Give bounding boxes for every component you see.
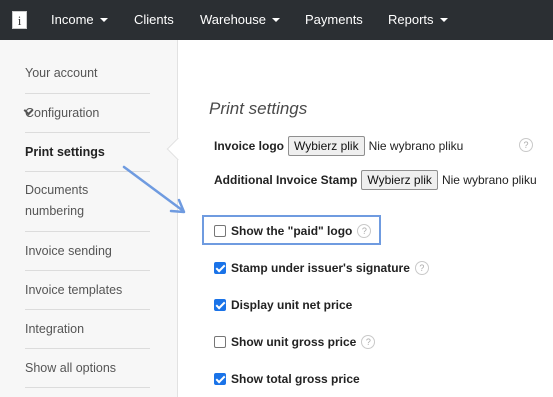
top-navbar: i Income Clients Warehouse Payments Repo… [0,0,553,40]
invoice-logo-file-status: Nie wybrano pliku [368,139,464,153]
nav-income-label: Income [51,12,94,27]
nav-warehouse[interactable]: Warehouse [200,0,280,40]
sidebar-item-label: Print settings [25,145,105,159]
paid-logo-label: Show the "paid" logo [231,224,353,238]
sidebar-item-invoice-templates[interactable]: Invoice templates [25,271,150,310]
unit-net-price-checkbox[interactable] [214,299,226,311]
caret-down-icon [99,17,108,22]
nav-payments[interactable]: Payments [305,0,363,40]
total-gross-price-label: Show total gross price [231,372,360,386]
sidebar-item-label-line2: numbering [25,204,85,218]
nav-reports[interactable]: Reports [388,0,448,40]
unit-gross-price-checkbox[interactable] [214,336,226,348]
additional-stamp-file-button[interactable]: Wybierz plik [361,170,438,190]
settings-sidebar: Your account Configuration Print setting… [0,40,178,397]
option-show-total-gross-price[interactable]: Show total gross price [214,370,360,388]
caret-down-icon [439,17,448,22]
stamp-signature-checkbox[interactable] [214,262,226,274]
help-icon[interactable]: ? [361,335,376,349]
sidebar-item-label: Show all options [25,361,117,375]
sidebar-item-label: Invoice sending [25,244,112,258]
sidebar-item-your-account[interactable]: Your account [25,54,150,94]
app-logo[interactable]: i [12,11,27,29]
sidebar-item-print-settings[interactable]: Print settings [25,133,150,172]
stamp-signature-label: Stamp under issuer's signature [231,261,410,275]
nav-clients-label: Clients [134,12,174,27]
sidebar-item-invoice-sending[interactable]: Invoice sending [25,232,150,271]
nav-reports-label: Reports [388,12,434,27]
page-title: Print settings [209,99,308,118]
paid-logo-checkbox[interactable] [214,225,226,237]
help-icon[interactable]: ? [357,224,372,238]
sidebar-item-label: Integration [25,322,85,336]
option-display-unit-net-price[interactable]: Display unit net price [214,296,352,314]
additional-stamp-row: Additional Invoice Stamp Wybierz plik Ni… [214,170,537,190]
help-icon[interactable]: ? [519,138,533,152]
option-stamp-under-signature[interactable]: Stamp under issuer's signature ? [214,259,429,277]
additional-stamp-label: Additional Invoice Stamp [214,173,358,187]
invoice-logo-row: Invoice logo Wybierz plik Nie wybrano pl… [214,136,464,156]
help-icon[interactable]: ? [414,261,429,275]
sidebar-item-integration[interactable]: Integration [25,310,150,349]
sidebar-item-label: Your account [25,66,98,80]
unit-gross-price-label: Show unit gross price [231,335,357,349]
sidebar-item-label: Configuration [25,106,100,120]
total-gross-price-checkbox[interactable] [214,373,226,385]
invoice-logo-label: Invoice logo [214,139,285,153]
sidebar-item-documents-numbering[interactable]: Documents numbering [25,172,150,232]
unit-net-price-label: Display unit net price [231,298,353,312]
sidebar-item-configuration[interactable]: Configuration [23,94,150,133]
nav-payments-label: Payments [305,12,363,27]
invoice-logo-file-button[interactable]: Wybierz plik [288,136,365,156]
nav-income[interactable]: Income [51,0,108,40]
sidebar-item-label: Invoice templates [25,283,123,297]
nav-warehouse-label: Warehouse [200,12,266,27]
option-paid-logo[interactable]: Show the "paid" logo ? [214,222,372,240]
nav-clients[interactable]: Clients [134,0,174,40]
additional-stamp-file-status: Nie wybrano pliku [441,173,537,187]
sidebar-item-show-all-options[interactable]: Show all options [25,349,150,388]
option-show-unit-gross-price[interactable]: Show unit gross price ? [214,333,376,351]
sidebar-item-label: Documents [25,183,89,197]
caret-down-icon [272,17,280,22]
